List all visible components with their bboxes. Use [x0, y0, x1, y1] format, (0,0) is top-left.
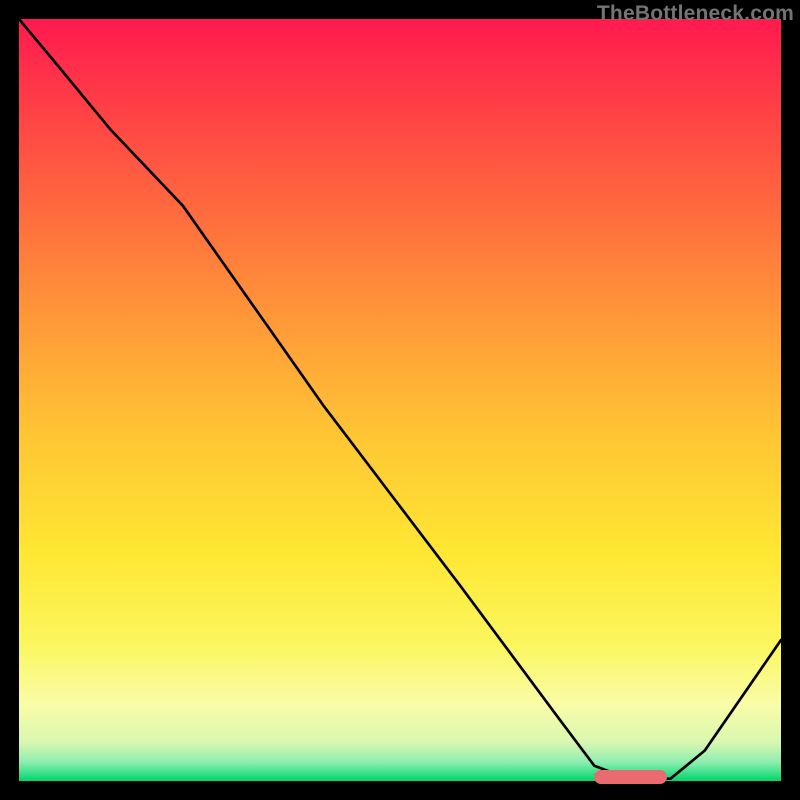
- plot-area: [19, 19, 781, 781]
- bottleneck-chart: TheBottleneck.com: [0, 0, 800, 800]
- watermark-text: TheBottleneck.com: [597, 2, 794, 26]
- optimal-range-marker: [594, 770, 666, 784]
- heat-gradient-background: [19, 19, 781, 781]
